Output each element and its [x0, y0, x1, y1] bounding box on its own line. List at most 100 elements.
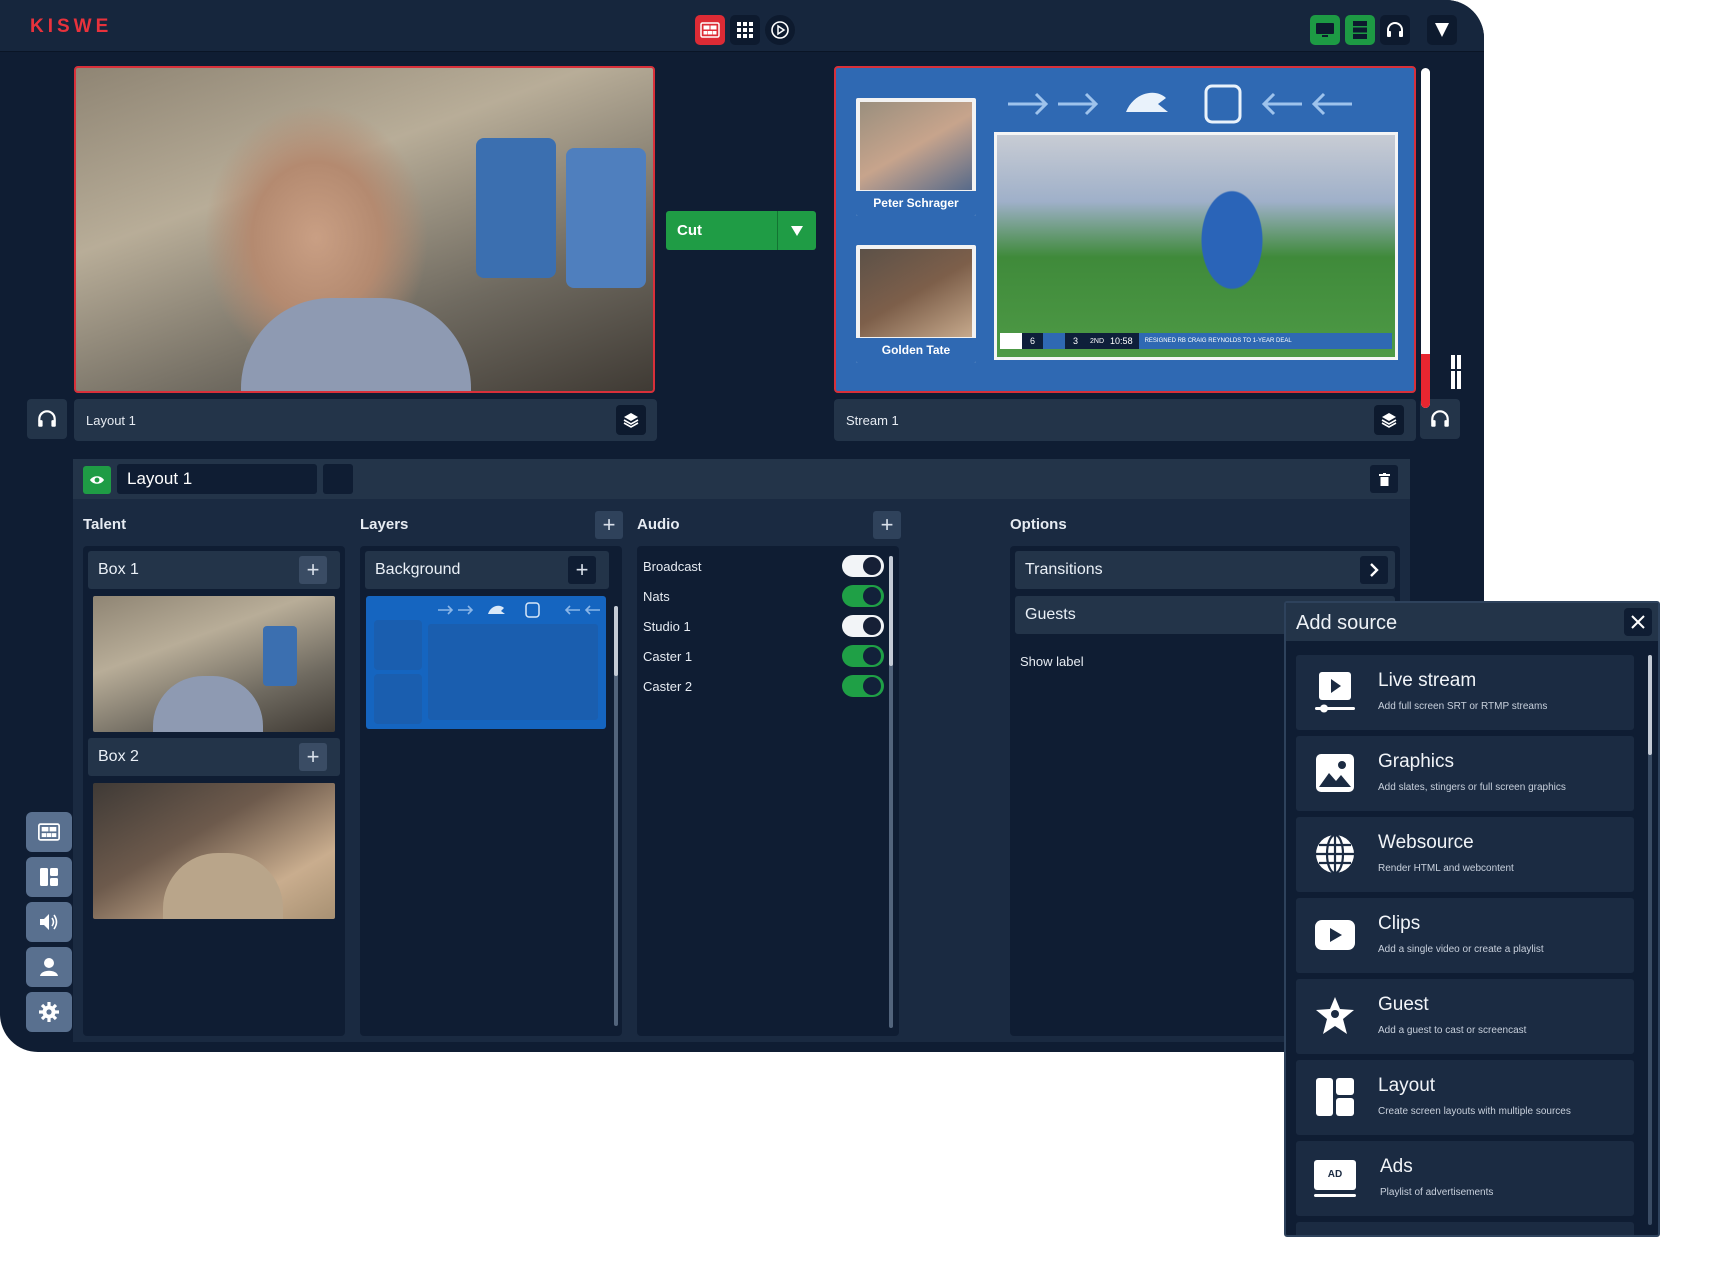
nav-talent[interactable]: [26, 947, 72, 987]
player-placeholder: [1177, 155, 1287, 325]
lion-logo-icon: [1126, 92, 1168, 112]
audio-label: Caster 2: [643, 679, 693, 694]
layout-editor-header: Layout 1: [73, 459, 1410, 499]
headset-icon: [1387, 22, 1403, 37]
grid-button[interactable]: [730, 15, 760, 45]
server-button[interactable]: [1345, 15, 1375, 45]
audio-row-nats: Nats: [637, 581, 897, 611]
add-audio-button[interactable]: +: [873, 511, 901, 539]
layer-label: Background: [375, 561, 461, 578]
source-clips[interactable]: Clips Add a single video or create a pla…: [1296, 898, 1634, 973]
add-background-button[interactable]: +: [568, 556, 596, 584]
close-add-source-button[interactable]: [1624, 608, 1652, 636]
cut-button[interactable]: Cut: [666, 222, 777, 239]
audio-toggle-broadcast[interactable]: [842, 555, 884, 577]
audio-meter-level: [1421, 353, 1430, 408]
game-footage-placeholder: [997, 135, 1395, 357]
chevron-down-icon: [791, 225, 803, 236]
source-title: Layout: [1378, 1075, 1436, 1096]
audio-row-studio-1: Studio 1: [637, 611, 897, 641]
audio-row-caster-1: Caster 1: [637, 641, 897, 671]
layers-scrollbar-thumb[interactable]: [614, 606, 618, 676]
audio-label: Nats: [643, 589, 670, 604]
source-title: Guest: [1378, 994, 1429, 1015]
add-source-scrollbar-thumb[interactable]: [1648, 655, 1652, 755]
plus-icon: +: [880, 512, 894, 537]
delete-layout-button[interactable]: [1370, 465, 1398, 493]
audio-toggle-nats[interactable]: [842, 585, 884, 607]
trash-icon: [1378, 472, 1390, 486]
eye-icon: [90, 476, 104, 484]
audio-toggle-caster-1[interactable]: [842, 645, 884, 667]
multiview-icon: [38, 823, 60, 841]
source-next-partial[interactable]: [1296, 1222, 1634, 1235]
layout-visibility-toggle[interactable]: [83, 466, 111, 494]
game-footage-frame: 6 3 2ND 10:58 RESIGNED RB CRAIG REYNOLDS…: [994, 132, 1398, 360]
transitions-expand-button[interactable]: [1360, 556, 1388, 584]
kiswe-logo: KISWE: [30, 16, 113, 37]
headphones-icon: [1431, 410, 1449, 427]
game-quarter: 2ND: [1090, 337, 1105, 345]
audio-scrollbar-thumb[interactable]: [889, 556, 893, 666]
nav-settings[interactable]: [26, 992, 72, 1032]
preview-jersey-placeholder: [566, 148, 646, 288]
shield-icon: [1435, 23, 1449, 37]
program-audio-meter: [1421, 68, 1430, 408]
add-source-title: Add source: [1296, 612, 1398, 634]
program-layers-button[interactable]: [1374, 405, 1404, 435]
talent-card-1: Peter Schrager: [856, 98, 976, 216]
preview-layers-button[interactable]: [616, 405, 646, 435]
shield-button[interactable]: [1427, 15, 1457, 45]
talent-box2-thumbnail[interactable]: [93, 783, 335, 919]
source-live-stream[interactable]: Live stream Add full screen SRT or RTMP …: [1296, 655, 1634, 730]
audio-toggle-studio-1[interactable]: [842, 615, 884, 637]
source-layout[interactable]: Layout Create screen layouts with multip…: [1296, 1060, 1634, 1135]
options-section-title: Options: [1010, 516, 1067, 533]
talent-box-label: Box 1: [98, 561, 139, 578]
source-graphics[interactable]: Graphics Add slates, stingers or full sc…: [1296, 736, 1634, 811]
program-video[interactable]: Peter Schrager Golden Tate 6 3 2ND 10:58…: [834, 66, 1416, 393]
audio-toggle-caster-2[interactable]: [842, 675, 884, 697]
replay-button[interactable]: [765, 15, 795, 45]
settings-icon: [39, 1002, 59, 1022]
add-layer-button[interactable]: +: [595, 511, 623, 539]
play-icon: [1314, 913, 1356, 957]
preview-video[interactable]: [74, 66, 655, 393]
talent-name-2: Golden Tate: [856, 338, 976, 363]
nav-multiview[interactable]: [26, 812, 72, 852]
transitions-row[interactable]: Transitions: [1015, 551, 1395, 589]
grid-icon: [737, 22, 753, 38]
preview-label-bar: Layout 1: [74, 399, 657, 441]
layers-icon: [623, 413, 639, 428]
layout-name-field[interactable]: Layout 1: [117, 464, 317, 494]
top-bar: KISWE: [0, 0, 1484, 52]
source-ads[interactable]: AD Ads Playlist of advertisements: [1296, 1141, 1634, 1216]
background-layer-thumbnail[interactable]: [366, 596, 606, 729]
nav-layout[interactable]: [26, 857, 72, 897]
anniversary-logo-icon: [1204, 84, 1242, 124]
add-talent-box2-button[interactable]: +: [299, 743, 327, 771]
server-icon: [1353, 21, 1367, 39]
layout-extra-button[interactable]: [323, 464, 353, 494]
headset-button[interactable]: [1380, 15, 1410, 45]
headphones-icon: [38, 410, 56, 427]
nav-audio[interactable]: [26, 902, 72, 942]
program-label: Stream 1: [846, 412, 899, 428]
talent-box1-thumbnail[interactable]: [93, 596, 335, 732]
cut-transition-dropdown[interactable]: [777, 211, 816, 250]
live-stream-icon: [1314, 670, 1356, 714]
thumb-slot-placeholder: [374, 620, 422, 670]
add-source-panel: Add source Live stream Add full screen S…: [1284, 601, 1660, 1237]
source-guest[interactable]: Guest Add a guest to cast or screencast: [1296, 979, 1634, 1054]
source-websource[interactable]: Websource Render HTML and webcontent: [1296, 817, 1634, 892]
meter-channel-indicator: [1449, 353, 1463, 391]
preview-audio-button[interactable]: [27, 399, 67, 439]
add-talent-box1-button[interactable]: +: [299, 556, 327, 584]
audio-label: Broadcast: [643, 559, 702, 574]
multiview-button[interactable]: [695, 15, 725, 45]
talent-photo-placeholder: [860, 102, 972, 190]
layers-column: Background +: [360, 546, 622, 1036]
studio-app: KISWE Layout 1 Cut Peter Schrager Golden…: [0, 0, 1484, 1052]
monitor-button[interactable]: [1310, 15, 1340, 45]
talent-photo-placeholder: [860, 249, 972, 337]
